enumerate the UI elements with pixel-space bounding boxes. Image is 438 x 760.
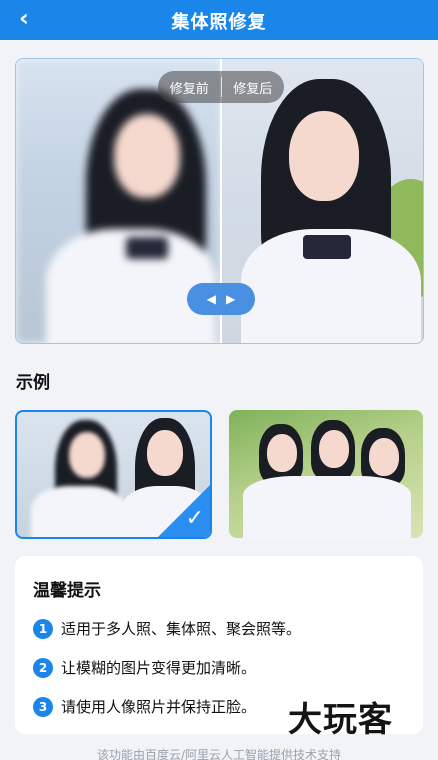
- compare-slider-handle[interactable]: ◀ ▶: [187, 283, 255, 315]
- after-label: 修复后: [233, 81, 273, 97]
- tip-number-badge: 2: [33, 657, 53, 678]
- examples-title: 示例: [16, 373, 50, 393]
- watermark-logo: 大玩客: [288, 700, 393, 740]
- compare-labels: 修复前 修复后: [158, 71, 284, 103]
- tip-text: 适用于多人照、集体照、聚会照等。: [61, 620, 302, 638]
- before-label: 修复前: [169, 81, 209, 97]
- tip-item-1: 1 适用于多人照、集体照、聚会照等。: [33, 618, 301, 639]
- tip-text: 让模糊的图片变得更加清晰。: [61, 659, 257, 677]
- before-after-compare[interactable]: 修复前 修复后 ◀ ▶: [15, 58, 424, 344]
- tip-text: 请使用人像照片并保持正脸。: [61, 698, 257, 716]
- tip-number-badge: 3: [33, 696, 53, 717]
- example-thumbnail-1[interactable]: ✓: [15, 410, 212, 539]
- tip-item-2: 2 让模糊的图片变得更加清晰。: [33, 657, 256, 678]
- tip-item-3: 3 请使用人像照片并保持正脸。: [33, 696, 256, 717]
- tips-title: 温馨提示: [33, 581, 101, 601]
- app-header: ‹ 集体照修复: [0, 0, 438, 40]
- arrow-left-icon: ◀: [206, 292, 216, 306]
- page-title: 集体照修复: [171, 12, 267, 33]
- tip-number-badge: 1: [33, 618, 53, 639]
- example-thumbnail-2[interactable]: [229, 410, 423, 538]
- footer-note: 该功能由百度云/阿里云人工智能提供技术支持: [96, 748, 342, 760]
- arrow-right-icon: ▶: [226, 292, 236, 306]
- checkmark-icon: ✓: [185, 506, 204, 531]
